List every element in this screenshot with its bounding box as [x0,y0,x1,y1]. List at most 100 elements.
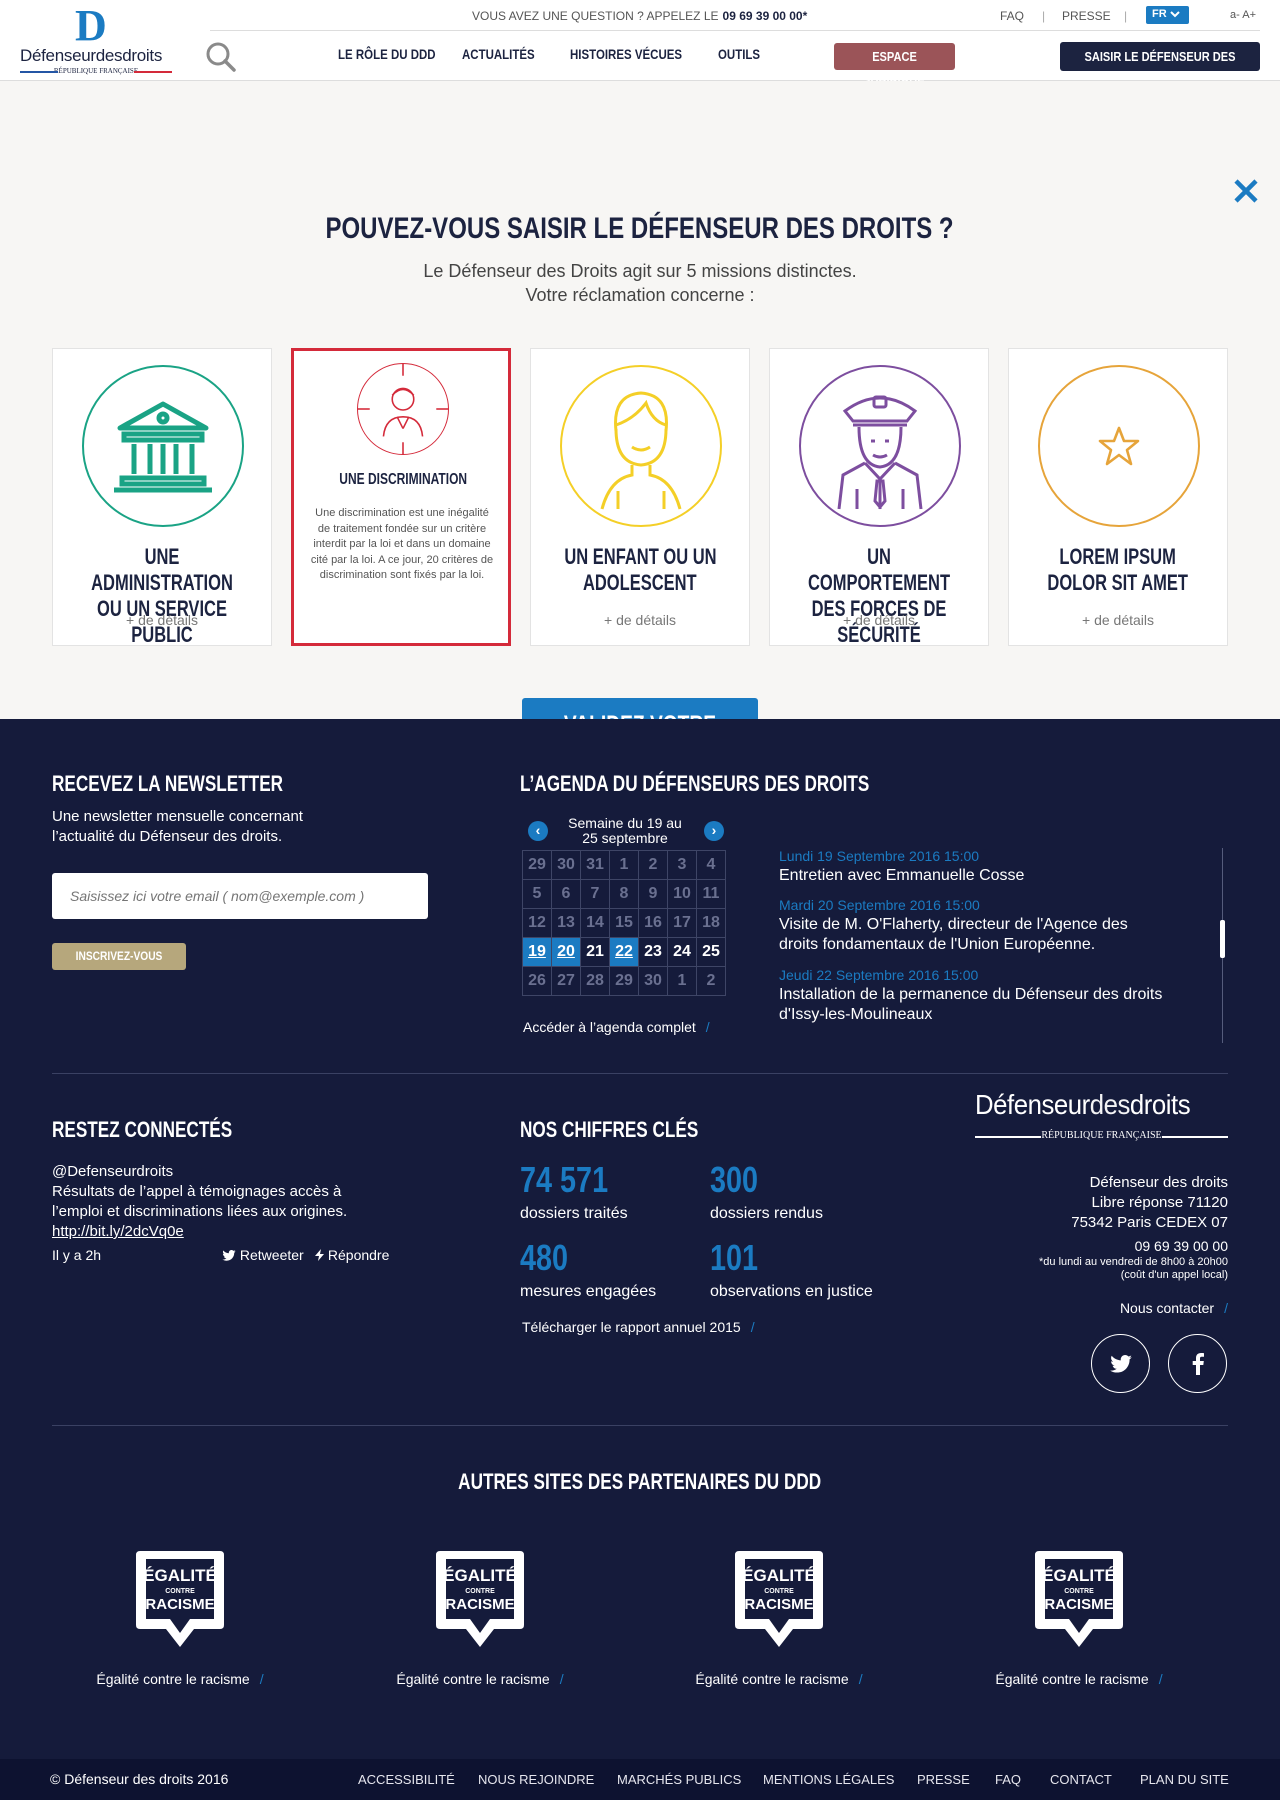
calendar-day[interactable]: 16 [638,908,668,938]
presse-link[interactable]: PRESSE [1062,9,1111,23]
contact-link[interactable]: Nous contacter / [1120,1300,1228,1316]
calendar-day[interactable]: 29 [522,850,552,880]
calendar-week-row: 12 13 14 15 16 17 18 [522,908,726,938]
twitter-button[interactable] [1091,1334,1150,1393]
calendar-day[interactable]: 1 [609,850,639,880]
calendar-day[interactable]: 18 [696,908,726,938]
site-logo[interactable]: D Défenseurdesdroits RÉPUBLIQUE FRANÇAIS… [20,4,175,76]
newsletter-email-input[interactable] [52,873,428,919]
calendar-day[interactable]: 13 [551,908,581,938]
calendar-day[interactable]: 25 [696,937,726,967]
card-details-link[interactable]: + de détails [53,612,271,628]
tweet-link[interactable]: http://bit.ly/2dcVq0e [52,1223,184,1240]
stat-value: 101 [710,1237,759,1278]
agenda-full-link[interactable]: Accéder à l’agenda complet / [523,1019,710,1035]
footer-link-contact[interactable]: CONTACT [1050,1772,1112,1787]
mission-card-securite[interactable]: UN COMPORTEMENT DES FORCES DE SÉCURITÉ + … [769,348,989,647]
agenda-event[interactable]: Jeudi 22 Septembre 2016 15:00 Installati… [779,967,1164,1025]
previous-week-icon[interactable]: ‹ [528,821,548,841]
calendar-day[interactable]: 2 [638,850,668,880]
calendar-day[interactable]: 29 [609,966,639,996]
nav-role[interactable]: LE RÔLE DU DDD [338,46,476,64]
facebook-button[interactable] [1168,1334,1227,1393]
partner-label: Égalité contre le racisme / [96,1671,264,1687]
search-icon[interactable] [205,41,237,73]
nav-outils[interactable]: OUTILS [718,46,798,64]
calendar-day[interactable]: 17 [667,908,697,938]
partner-link[interactable]: ÉGALITÉ CONTRE RACISME Égalité contre le ra… [60,1547,300,1687]
partner-link[interactable]: ÉGALITÉ CONTRE RACISME Égalité contre le ra… [659,1547,899,1687]
language-select[interactable]: FR [1146,6,1189,24]
partner-link[interactable]: ÉGALITÉ CONTRE RACISME Égalité contre le ra… [360,1547,600,1687]
subscribe-button[interactable]: INSCRIVEZ-VOUS [52,943,186,970]
calendar-day[interactable]: 2 [696,966,726,996]
partner-link[interactable]: ÉGALITÉ CONTRE RACISME Égalité contre le ra… [959,1547,1199,1687]
saisir-ddd-button[interactable]: SAISIR LE DÉFENSEUR DES DROITS [1060,42,1260,93]
logo-text: ÉGALITÉ [143,1566,217,1585]
agenda-event[interactable]: Mardi 20 Septembre 2016 15:00 Visite de … [779,897,1164,955]
card-details-link[interactable]: + de détails [1009,612,1227,628]
calendar-day[interactable]: 9 [638,879,668,909]
calendar-day[interactable]: 27 [551,966,581,996]
faq-link[interactable]: FAQ [1000,9,1024,23]
calendar-day[interactable]: 30 [551,850,581,880]
footer-link-nous-rejoindre[interactable]: NOUS REJOINDRE [478,1772,594,1787]
footer-link-presse[interactable]: PRESSE [917,1772,970,1787]
facebook-icon [1192,1352,1204,1375]
egalite-racisme-logo: ÉGALITÉ CONTRE RACISME [731,1547,827,1651]
calendar-day[interactable]: 26 [522,966,552,996]
calendar-day[interactable]: 11 [696,879,726,909]
calendar-day[interactable]: 4 [696,850,726,880]
calendar-day[interactable]: 24 [667,937,697,967]
footer-link-plan-du-site[interactable]: PLAN DU SITE [1140,1772,1229,1787]
calendar-day[interactable]: 14 [580,908,610,938]
saisir-modal: POUVEZ-VOUS SAISIR LE DÉFENSEUR DES DROI… [0,81,1280,791]
mission-card-administration[interactable]: UNE ADMINISTRATION OU UN SERVICE PUBLIC +… [52,348,272,647]
agenda-event[interactable]: Lundi 19 Septembre 2016 15:00 Entretien … [779,848,1164,886]
event-text: Installation de la permanence du Défense… [779,986,1163,1023]
footer-link-mentions-legales[interactable]: MENTIONS LÉGALES [763,1772,894,1787]
calendar-day[interactable]: 7 [580,879,610,909]
nav-histoires[interactable]: HISTOIRES VÉCUES [570,46,724,64]
mission-card-enfant[interactable]: UN ENFANT OU UN ADOLESCENT + de détails [530,348,750,646]
calendar-day[interactable]: 28 [580,966,610,996]
calendar-day[interactable]: 31 [580,850,610,880]
calendar-day[interactable]: 21 [580,937,610,967]
event-date: Lundi 19 Septembre 2016 15:00 [779,848,980,864]
retweet-button[interactable]: Retweeter [222,1245,304,1265]
nav-actualites[interactable]: ACTUALITÉS [462,46,578,64]
agenda-scroll-thumb[interactable] [1220,920,1225,958]
building-icon [82,365,244,527]
calendar-day[interactable]: 6 [551,879,581,909]
calendar-day[interactable]: 1 [667,966,697,996]
calendar-day[interactable]: 30 [638,966,668,996]
chevron-down-icon [1170,11,1180,18]
calendar-day[interactable]: 3 [667,850,697,880]
mission-card-discrimination[interactable]: UNE DISCRIMINATION Une discrimination es… [291,348,511,646]
event-text: Visite de M. O'Flaherty, directeur de l'… [779,916,1128,953]
calendar-day[interactable]: 20 [551,937,581,967]
calendar-day[interactable]: 12 [522,908,552,938]
calendar-day[interactable]: 5 [522,879,552,909]
footer-link-faq[interactable]: FAQ [995,1772,1021,1787]
close-icon[interactable] [1233,178,1259,204]
calendar-day[interactable]: 8 [609,879,639,909]
chiffres-title: NOS CHIFFRES CLÉS [520,1117,699,1142]
calendar-day[interactable]: 23 [638,937,668,967]
espace-juridique-button[interactable]: ESPACE JURIDIQUE [834,43,955,91]
partner-label: Égalité contre le racisme / [396,1671,564,1687]
reply-button[interactable]: Répondre [315,1245,389,1265]
calendar-day[interactable]: 10 [667,879,697,909]
card-title: LOREM IPSUM DOLOR SIT AMET [1047,544,1189,595]
footer-link-marches-publics[interactable]: MARCHÉS PUBLICS [617,1772,741,1787]
calendar-day[interactable]: 15 [609,908,639,938]
download-report-link[interactable]: Télécharger le rapport annuel 2015/ [522,1317,755,1337]
mission-card-lorem[interactable]: LOREM IPSUM DOLOR SIT AMET + de détails [1008,348,1228,646]
font-size-control[interactable]: a- A+ [1230,9,1256,21]
footer-link-accessibilite[interactable]: ACCESSIBILITÉ [358,1772,455,1787]
card-details-link[interactable]: + de détails [770,612,988,628]
card-details-link[interactable]: + de détails [531,612,749,628]
calendar-day[interactable]: 19 [522,937,552,967]
calendar-day[interactable]: 22 [609,937,639,967]
next-week-icon[interactable]: › [704,821,724,841]
